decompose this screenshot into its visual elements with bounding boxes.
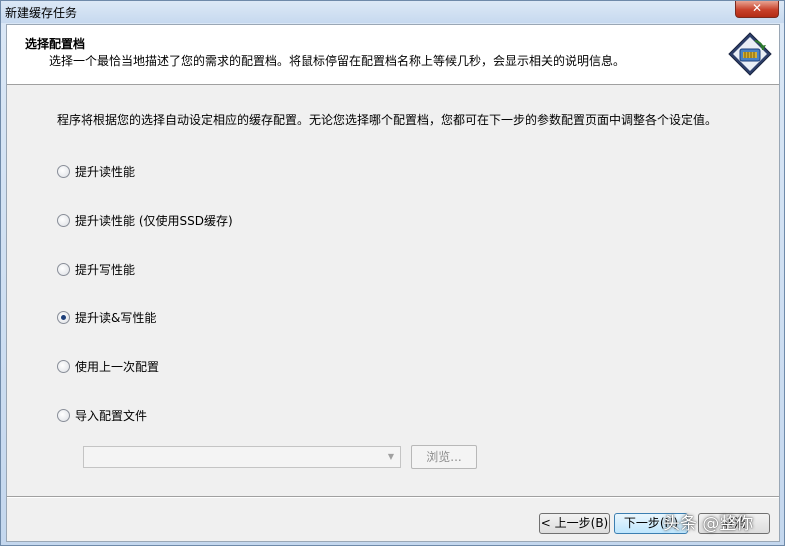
import-file-combo[interactable]: ▼ (83, 446, 401, 468)
radio-last-config[interactable] (57, 359, 70, 373)
browse-button[interactable]: 浏览... (411, 445, 477, 469)
footer-separator (7, 496, 779, 498)
radio-import[interactable] (57, 408, 70, 422)
wizard-client-area: 选择配置档 选择一个最恰当地描述了您的需求的配置档。将鼠标停留在配置档名称上等候… (6, 24, 780, 542)
wizard-header: 选择配置档 选择一个最恰当地描述了您的需求的配置档。将鼠标停留在配置档名称上等候… (7, 25, 779, 85)
profile-write[interactable]: 提升写性能 (57, 260, 135, 278)
intro-text: 程序将根据您的选择自动设定相应的缓存配置。无论您选择哪个配置档，您都可在下一步的… (57, 113, 718, 127)
page-description: 选择一个最恰当地描述了您的需求的配置档。将鼠标停留在配置档名称上等候几秒，会显示… (49, 54, 626, 68)
back-button[interactable]: < 上一步(B) (539, 513, 610, 534)
watermark: 头条 @整你 (663, 514, 754, 534)
title-bar[interactable]: 新建缓存任务 ✕ (1, 1, 784, 23)
radio-read-write[interactable] (57, 310, 70, 324)
profile-read-write-label[interactable]: 提升读&写性能 (75, 309, 156, 326)
cache-wizard-logo-icon (728, 32, 772, 76)
profile-last-config[interactable]: 使用上一次配置 (57, 357, 159, 375)
close-icon: ✕ (751, 1, 763, 15)
profile-read-label[interactable]: 提升读性能 (75, 163, 135, 180)
radio-read-ssd[interactable] (57, 213, 70, 227)
radio-write[interactable] (57, 262, 70, 276)
wizard-window: 新建缓存任务 ✕ 选择配置档 选择一个最恰当地描述了您的需求的配置档。将鼠标停留… (0, 0, 785, 546)
profile-read-write[interactable]: 提升读&写性能 (57, 308, 156, 326)
radio-read[interactable] (57, 164, 70, 178)
chevron-down-icon[interactable]: ▼ (382, 447, 400, 467)
window-title: 新建缓存任务 (5, 6, 78, 20)
profile-read[interactable]: 提升读性能 (57, 162, 135, 180)
page-title: 选择配置档 (25, 37, 86, 51)
close-button[interactable]: ✕ (735, 1, 779, 18)
profile-write-label[interactable]: 提升写性能 (75, 261, 135, 278)
profile-import-label[interactable]: 导入配置文件 (75, 407, 147, 424)
profile-read-ssd-label[interactable]: 提升读性能 (仅使用SSD缓存) (75, 212, 233, 229)
profile-read-ssd[interactable]: 提升读性能 (仅使用SSD缓存) (57, 211, 233, 229)
profile-import[interactable]: 导入配置文件 (57, 406, 147, 424)
profile-last-config-label[interactable]: 使用上一次配置 (75, 358, 159, 375)
